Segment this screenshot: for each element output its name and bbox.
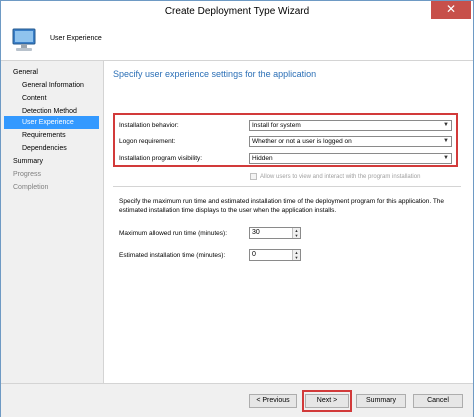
nav-item-summary[interactable]: Summary	[13, 155, 43, 168]
max-run-time-value: 30	[252, 229, 260, 236]
allow-interact-label: Allow users to view and interact with th…	[260, 174, 421, 181]
spin-arrows-icon[interactable]: ▲ ▼	[292, 228, 300, 238]
spin-arrows-icon[interactable]: ▲ ▼	[292, 250, 300, 260]
time-description: Specify the maximum run time and estimat…	[119, 198, 445, 214]
chevron-down-icon: ▼	[443, 122, 449, 128]
program-visibility-label: Installation program visibility:	[119, 155, 203, 162]
main-panel: Specify user experience settings for the…	[103, 61, 473, 383]
wizard-header: User Experience	[1, 23, 473, 61]
installation-behavior-value: Install for system	[252, 122, 301, 129]
nav-item-dependencies[interactable]: Dependencies	[22, 142, 67, 155]
window-title: Create Deployment Type Wizard	[164, 6, 310, 17]
computer-monitor-icon	[10, 26, 38, 56]
section-divider	[113, 186, 461, 187]
header-page-name: User Experience	[50, 35, 102, 42]
close-button[interactable]: ✕	[431, 1, 471, 19]
close-icon: ✕	[445, 2, 457, 16]
logon-requirement-label: Logon requirement:	[119, 138, 176, 145]
title-bar[interactable]: Create Deployment Type Wizard ✕	[1, 1, 473, 23]
nav-item-general[interactable]: General	[13, 66, 38, 79]
nav-item-general-information[interactable]: General Information	[22, 79, 84, 92]
page-title: Specify user experience settings for the…	[113, 69, 317, 79]
program-visibility-value: Hidden	[252, 155, 273, 162]
nav-item-user-experience[interactable]: User Experience	[4, 116, 99, 129]
wizard-window: Create Deployment Type Wizard ✕ User Exp…	[0, 0, 474, 417]
summary-button[interactable]: Summary	[356, 394, 406, 408]
installation-behavior-select[interactable]: Install for system ▼	[249, 120, 452, 131]
installation-behavior-label: Installation behavior:	[119, 122, 179, 129]
est-install-time-value: 0	[252, 251, 256, 258]
cancel-button[interactable]: Cancel	[413, 394, 463, 408]
nav-item-progress: Progress	[13, 171, 42, 178]
nav-item-requirements[interactable]: Requirements	[22, 129, 66, 142]
est-install-time-label: Estimated installation time (minutes):	[119, 252, 226, 259]
max-run-time-input[interactable]: 30 ▲ ▼	[249, 227, 301, 239]
chevron-down-icon: ▼	[443, 138, 449, 144]
logon-requirement-value: Whether or not a user is logged on	[252, 138, 352, 145]
next-button[interactable]: Next >	[305, 394, 349, 408]
max-run-time-label: Maximum allowed run time (minutes):	[119, 230, 228, 237]
est-install-time-input[interactable]: 0 ▲ ▼	[249, 249, 301, 261]
allow-interact-checkbox	[250, 173, 257, 180]
wizard-footer: < Previous Next > Summary Cancel	[1, 383, 473, 417]
previous-button[interactable]: < Previous	[249, 394, 297, 408]
nav-item-content[interactable]: Content	[22, 92, 47, 105]
allow-interact-row: Allow users to view and interact with th…	[250, 173, 420, 180]
chevron-down-icon: ▼	[443, 155, 449, 161]
logon-requirement-select[interactable]: Whether or not a user is logged on ▼	[249, 136, 452, 147]
program-visibility-select[interactable]: Hidden ▼	[249, 153, 452, 164]
nav-item-completion: Completion	[13, 184, 49, 191]
wizard-nav: General General Information Content Dete…	[1, 61, 103, 381]
